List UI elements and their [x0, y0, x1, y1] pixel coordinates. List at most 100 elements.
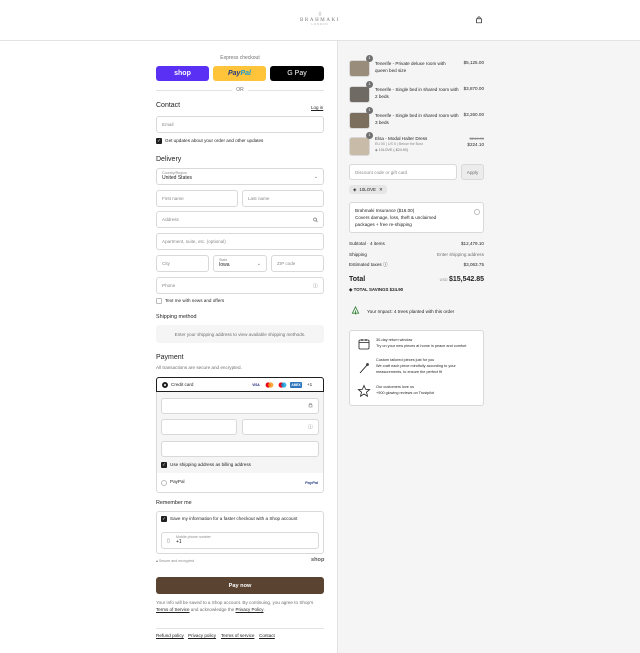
subtotal-value: $12,479.10 — [461, 241, 484, 246]
item-old-price: $249.00 — [469, 136, 484, 141]
quantity-badge: 1 — [366, 81, 373, 88]
perk-tailored: Custom tailored pieces just for you We c… — [376, 357, 476, 375]
name-on-card-field[interactable] — [161, 441, 319, 457]
perk-reviews: Our customers love us +900 glowing revie… — [376, 384, 476, 396]
search-icon — [313, 217, 318, 222]
save-info-checkbox[interactable]: ✓ — [161, 516, 167, 522]
secure-text: Secure and encrypted — [158, 559, 195, 563]
amex-icon: AMEX — [290, 382, 302, 388]
total-label: Total — [349, 276, 366, 283]
zip-field[interactable]: ZIP code — [271, 255, 324, 272]
more-cards-label: +1 — [307, 382, 313, 387]
help-icon[interactable]: ⓘ — [308, 424, 313, 431]
delivery-heading: Delivery — [156, 156, 182, 163]
paypal-logo-b: Pal — [240, 70, 251, 77]
tree-icon — [351, 306, 360, 315]
shipping-value: Enter shipping address — [437, 252, 484, 257]
lock-icon — [308, 402, 313, 410]
apply-button[interactable]: Apply — [461, 164, 484, 180]
savings-label: TOTAL SAVINGS — [353, 287, 389, 292]
secure-label: 🔒︎ Secure and encrypted — [156, 559, 194, 563]
state-select[interactable]: State Iowa ⌄ — [213, 255, 267, 272]
payment-subtitle: All transactions are secure and encrypte… — [156, 365, 242, 370]
footer-divider — [156, 628, 324, 629]
discount-code-field[interactable]: Discount code or gift card — [349, 164, 457, 180]
total-savings: ◈ TOTAL SAVINGS $24.90 — [349, 287, 403, 293]
quantity-badge: 1 — [366, 55, 373, 62]
expiry-field[interactable] — [161, 419, 237, 435]
chevron-down-icon: ⌄ — [313, 173, 318, 180]
item-price: $5,125.00 — [463, 60, 484, 65]
visa-icon: VISA — [252, 383, 260, 387]
apartment-field[interactable]: Apartment, suite, etc. (optional) — [156, 233, 324, 250]
insurance-title: Brahmaki Insurance ($16.00) — [355, 208, 415, 213]
legal-text: Your info will be saved to a Shop accoun… — [156, 599, 324, 613]
item-name: Elsa - Modal Halter Dress — [375, 136, 428, 141]
legal-and: and acknowledge the — [189, 607, 236, 612]
save-info-label: Save my information for a faster checkou… — [170, 516, 298, 521]
phone-icon: ▯ — [167, 538, 170, 544]
login-link[interactable]: Log in — [311, 105, 323, 110]
credit-card-radio[interactable] — [162, 382, 168, 388]
billing-same-checkbox[interactable]: ✓ — [161, 462, 167, 468]
item-discount-text: 10LOVE (-$24.90) — [378, 148, 408, 152]
terms-of-service-link[interactable]: Terms of Service — [156, 607, 190, 612]
perk-desc: +900 glowing reviews on Trustpilot — [376, 391, 435, 395]
email-field[interactable]: Email — [156, 116, 324, 133]
currency-label: USD — [439, 278, 448, 282]
product-thumbnail — [349, 86, 370, 103]
city-field[interactable]: City — [156, 255, 209, 272]
text-news-checkbox[interactable] — [156, 298, 162, 304]
insurance-option[interactable]: Brahmaki Insurance ($16.00) Covers damag… — [349, 202, 484, 233]
footer-contact[interactable]: Contact — [259, 633, 275, 638]
help-icon[interactable]: ⓘ — [313, 282, 318, 289]
paypal-logo: PayPal — [305, 480, 319, 485]
footer-terms-of-service[interactable]: Terms of service — [221, 633, 254, 638]
paypal-button[interactable]: Pay Pal — [213, 66, 266, 81]
country-select[interactable]: Country/Region United States ⌄ — [156, 168, 324, 185]
product-thumbnail — [349, 112, 370, 129]
quantity-badge: 1 — [366, 132, 373, 139]
taxes-label: Estimated taxes — [349, 262, 382, 267]
total-value: $15,542.85 — [448, 276, 484, 283]
address-placeholder: Address — [162, 217, 179, 222]
shop-pay-button[interactable]: shop — [156, 66, 209, 81]
last-name-field[interactable]: Last name — [242, 190, 324, 207]
footer-privacy-policy[interactable]: Privacy policy — [188, 633, 216, 638]
quantity-badge: 1 — [366, 107, 373, 114]
item-price: $224.10 — [467, 142, 484, 147]
remember-me-heading: Remember me — [156, 500, 192, 506]
footer-refund-policy[interactable]: Refund policy — [156, 633, 184, 638]
card-number-field[interactable] — [161, 398, 319, 414]
credit-card-option[interactable]: Credit card VISA AMEX +1 — [156, 377, 324, 392]
mastercard-icon — [264, 382, 274, 388]
taxes-row: Estimated taxes ⓘ $3,063.75 — [349, 262, 484, 268]
perk-desc: We craft each piece mindfully according … — [376, 364, 456, 374]
help-icon[interactable]: ⓘ — [383, 262, 388, 267]
impact-text: Your Impact: 4 trees planted with this o… — [367, 309, 455, 314]
remove-discount-icon[interactable]: ✕ — [379, 187, 383, 193]
bag-icon[interactable] — [475, 16, 483, 24]
apartment-placeholder: Apartment, suite, etc. (optional) — [162, 239, 226, 244]
brand-logo[interactable]: ◊ BRAHMAKI LONDON — [296, 12, 344, 26]
product-thumbnail — [349, 137, 370, 156]
privacy-policy-link[interactable]: Privacy Policy — [236, 607, 264, 612]
product-thumbnail — [349, 60, 370, 77]
mobile-phone-field[interactable]: ▯ Mobile phone number +1 — [161, 532, 319, 549]
google-pay-button[interactable]: G Pay — [270, 66, 324, 81]
phone-field[interactable]: Phone ⓘ — [156, 277, 324, 294]
insurance-toggle[interactable] — [474, 209, 480, 215]
paypal-radio[interactable] — [161, 480, 167, 486]
security-code-field[interactable]: ⓘ — [242, 419, 319, 435]
paypal-option-label[interactable]: PayPal — [170, 479, 185, 484]
mobile-phone-value: +1 — [176, 539, 182, 545]
applied-code: 10LOVE — [359, 187, 376, 192]
subtotal-row: Subtotal · 4 items $12,479.10 — [349, 241, 484, 246]
or-label: OR — [236, 87, 244, 93]
updates-checkbox[interactable]: ✓ — [156, 138, 162, 144]
chevron-down-icon: ⌄ — [256, 260, 261, 267]
perk-returns: 30-day return window Try on your new pie… — [376, 337, 476, 349]
pay-now-button[interactable]: Pay now — [156, 577, 324, 594]
address-field[interactable]: Address — [156, 211, 324, 228]
first-name-field[interactable]: First name — [156, 190, 238, 207]
